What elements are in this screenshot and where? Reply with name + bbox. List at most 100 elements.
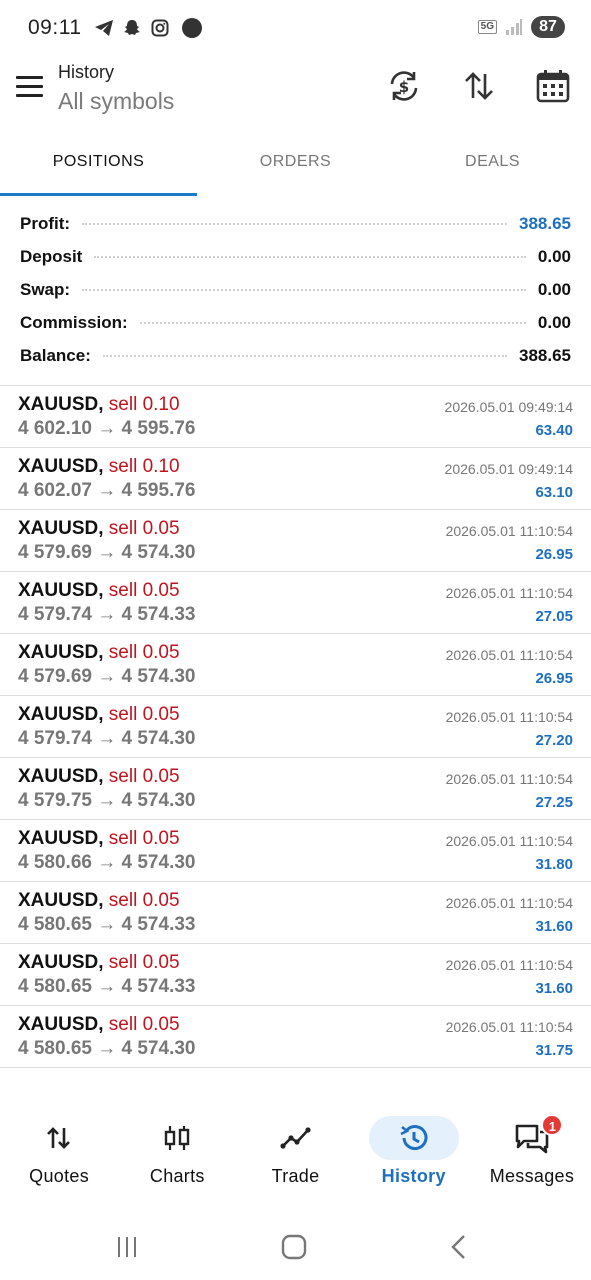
snapchat-icon	[122, 18, 142, 38]
symbol-name: XAUUSD,	[18, 580, 104, 601]
list-item[interactable]: XAUUSD, sell 0.05 4 579.74 → 4 574.33 20…	[0, 572, 591, 634]
deal-profit: 31.75	[535, 1042, 573, 1059]
profit-value: 388.65	[519, 213, 571, 233]
network-indicator: 5G	[477, 20, 497, 34]
nav-trade[interactable]: Trade	[236, 1104, 354, 1200]
nav-label: History	[381, 1166, 446, 1186]
instagram-icon	[150, 18, 170, 38]
sort-icon[interactable]	[461, 68, 497, 104]
deal-profit: 63.40	[535, 422, 573, 439]
menu-bar	[16, 76, 43, 79]
list-item[interactable]: XAUUSD, sell 0.05 4 579.69 → 4 574.30 20…	[0, 634, 591, 696]
deal-symbol: XAUUSD, sell 0.05	[18, 642, 180, 664]
recent-apps-icon[interactable]	[112, 1232, 142, 1262]
swap-value: 0.00	[537, 279, 571, 299]
list-item[interactable]: XAUUSD, sell 0.05 4 580.66 → 4 574.30 20…	[0, 820, 591, 882]
deal-profit: 27.20	[535, 732, 573, 749]
deal-type: sell 0.10	[108, 456, 180, 477]
list-item[interactable]: XAUUSD, sell 0.05 4 580.65 → 4 574.30 20…	[0, 1006, 591, 1068]
deal-symbol: XAUUSD, sell 0.05	[18, 952, 180, 974]
nav-label: Quotes	[29, 1166, 90, 1186]
history-icon	[368, 1116, 459, 1160]
signal-icon	[505, 19, 523, 35]
deal-profit: 26.95	[535, 670, 573, 687]
deal-prices: 4 580.65 → 4 574.33	[18, 976, 196, 997]
calendar-icon[interactable]	[535, 68, 571, 104]
list-item[interactable]: XAUUSD, sell 0.10 4 602.07 → 4 595.76 20…	[0, 448, 591, 510]
deal-time: 2026.05.01 11:10:54	[445, 1019, 573, 1035]
symbol-filter[interactable]: All symbols	[58, 88, 174, 115]
tab-orders[interactable]: ORDERS	[197, 132, 394, 196]
deal-symbol: XAUUSD, sell 0.05	[18, 704, 180, 726]
dot-leader	[82, 288, 526, 291]
summary-row-balance: Balance: 388.65	[0, 339, 591, 372]
charts-icon	[132, 1116, 222, 1160]
deal-time: 2026.05.01 11:10:54	[445, 709, 573, 725]
symbol-name: XAUUSD,	[18, 456, 104, 477]
deal-type: sell 0.05	[108, 890, 180, 911]
account-summary: Profit: 388.65 Deposit 0.00 Swap: 0.00 C…	[0, 207, 591, 372]
symbol-name: XAUUSD,	[18, 642, 104, 663]
status-right: 5G 87	[477, 16, 565, 38]
menu-bar	[16, 94, 43, 97]
tab-positions[interactable]: POSITIONS	[0, 132, 197, 196]
list-item[interactable]: XAUUSD, sell 0.05 4 580.65 → 4 574.33 20…	[0, 944, 591, 1006]
symbol-name: XAUUSD,	[18, 766, 104, 787]
deal-time: 2026.05.01 09:49:14	[444, 399, 573, 415]
balance-value: 388.65	[519, 345, 571, 365]
deal-profit: 27.25	[535, 794, 573, 811]
deal-type: sell 0.05	[108, 952, 180, 973]
deal-symbol: XAUUSD, sell 0.05	[18, 828, 180, 850]
deal-type: sell 0.05	[108, 828, 180, 849]
deal-time: 2026.05.01 11:10:54	[445, 895, 573, 911]
deal-symbol: XAUUSD, sell 0.05	[18, 766, 180, 788]
dot-leader	[139, 321, 526, 324]
messages-icon	[487, 1116, 577, 1160]
deal-prices: 4 580.66 → 4 574.30	[18, 852, 196, 873]
deal-profit: 31.80	[535, 856, 573, 873]
list-item[interactable]: XAUUSD, sell 0.05 4 579.75 → 4 574.30 20…	[0, 758, 591, 820]
list-item[interactable]: XAUUSD, sell 0.05 4 580.65 → 4 574.33 20…	[0, 882, 591, 944]
history-tabs: POSITIONS ORDERS DEALS	[0, 132, 591, 196]
dot-leader	[102, 354, 507, 357]
back-icon[interactable]	[444, 1232, 474, 1262]
deal-prices: 4 580.65 → 4 574.30	[18, 1038, 196, 1059]
deal-type: sell 0.05	[108, 642, 180, 663]
summary-row-swap: Swap: 0.00	[0, 273, 591, 306]
balance-label: Balance:	[20, 345, 91, 365]
deal-type: sell 0.05	[108, 1014, 180, 1035]
deal-time: 2026.05.01 09:49:14	[444, 461, 573, 477]
currency-exchange-icon[interactable]: $	[386, 68, 422, 104]
deal-time: 2026.05.01 11:10:54	[445, 771, 573, 787]
commission-label: Commission:	[20, 312, 128, 332]
quotes-icon	[14, 1116, 104, 1160]
nav-messages[interactable]: 1 Messages	[473, 1104, 591, 1200]
svg-text:$: $	[399, 78, 409, 96]
deal-profit: 63.10	[535, 484, 573, 501]
nav-quotes[interactable]: Quotes	[0, 1104, 118, 1200]
deal-profit: 27.05	[535, 608, 573, 625]
trade-icon	[251, 1116, 341, 1160]
deal-time: 2026.05.01 11:10:54	[445, 647, 573, 663]
profit-label: Profit:	[20, 213, 71, 233]
more-notifications-dot	[181, 18, 202, 38]
symbol-name: XAUUSD,	[18, 828, 104, 849]
bottom-navigation: Quotes Charts Trade History 1 Messages	[0, 1104, 591, 1200]
summary-row-commission: Commission: 0.00	[0, 306, 591, 339]
deal-symbol: XAUUSD, sell 0.10	[18, 456, 180, 478]
deal-symbol: XAUUSD, sell 0.05	[18, 890, 180, 912]
list-item[interactable]: XAUUSD, sell 0.10 4 602.10 → 4 595.76 20…	[0, 386, 591, 448]
list-item[interactable]: XAUUSD, sell 0.05 4 579.69 → 4 574.30 20…	[0, 510, 591, 572]
nav-label: Trade	[271, 1166, 320, 1186]
tab-deals[interactable]: DEALS	[394, 132, 591, 196]
menu-button[interactable]	[16, 76, 43, 98]
home-icon[interactable]	[279, 1232, 309, 1262]
deal-time: 2026.05.01 11:10:54	[445, 833, 573, 849]
nav-history[interactable]: History	[355, 1104, 473, 1200]
deal-prices: 4 579.75 → 4 574.30	[18, 790, 196, 811]
nav-charts[interactable]: Charts	[118, 1104, 236, 1200]
deal-symbol: XAUUSD, sell 0.05	[18, 518, 180, 540]
list-item[interactable]: XAUUSD, sell 0.05 4 579.74 → 4 574.30 20…	[0, 696, 591, 758]
deal-type: sell 0.05	[108, 580, 180, 601]
symbol-name: XAUUSD,	[18, 518, 104, 539]
